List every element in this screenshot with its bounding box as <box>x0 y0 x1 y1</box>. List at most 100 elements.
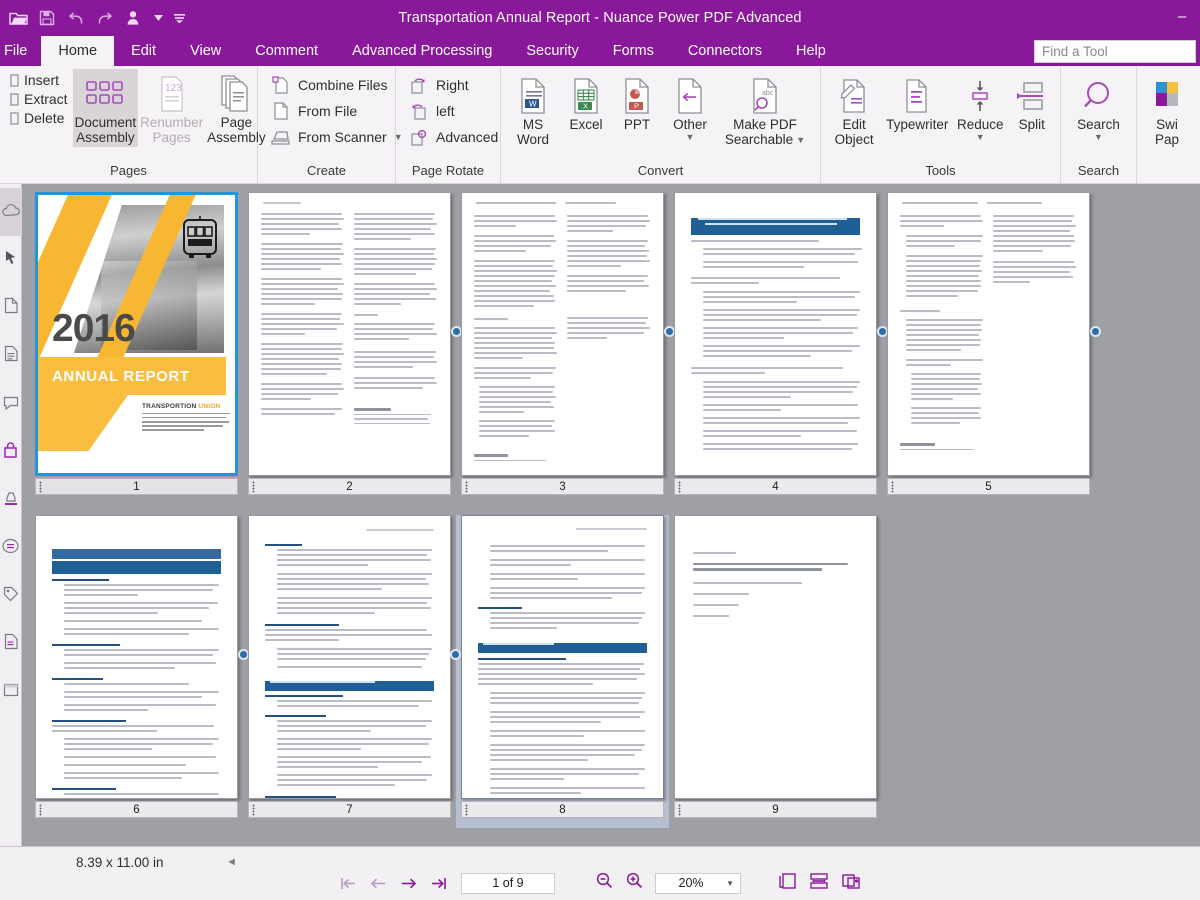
page-thumbnail-6[interactable]: 6 <box>30 515 243 828</box>
page-label-5[interactable]: 5 <box>887 478 1090 495</box>
page-indicator-box[interactable]: 1 of 9 <box>461 873 555 894</box>
page-thumbnail-9[interactable]: 9 <box>669 515 882 828</box>
zoom-in-button[interactable] <box>619 872 649 894</box>
tab-help[interactable]: Help <box>779 36 843 66</box>
from-scanner-button[interactable]: From Scanner ▼ <box>269 127 403 147</box>
drag-grip-icon[interactable] <box>252 804 255 816</box>
continuous-view-button[interactable] <box>803 872 835 894</box>
tab-file[interactable]: File <box>0 36 41 66</box>
page-label-3[interactable]: 3 <box>461 478 664 495</box>
panel-rail-pages[interactable] <box>0 284 22 332</box>
tab-security[interactable]: Security <box>509 36 595 66</box>
collapse-left-icon[interactable]: ◄ <box>226 856 237 868</box>
reduce-button[interactable]: Reduce ▼ <box>952 71 1008 143</box>
next-page-button[interactable] <box>393 872 423 894</box>
save-icon[interactable] <box>37 8 57 28</box>
delete-pages-button[interactable]: Delete <box>7 109 71 127</box>
drag-grip-icon[interactable] <box>39 804 42 816</box>
customize-qat-icon[interactable] <box>173 8 186 28</box>
tab-edit[interactable]: Edit <box>114 36 173 66</box>
document-assembly-button[interactable]: Document Assembly <box>73 69 139 147</box>
page-thumbnail-1[interactable]: 2016 ANNUAL REPORT TRANSPORTION UNION <box>30 192 243 505</box>
page-canvas-2[interactable] <box>248 192 451 476</box>
drag-grip-icon[interactable] <box>891 481 894 493</box>
single-page-view-button[interactable] <box>771 872 803 894</box>
page-canvas-6[interactable] <box>35 515 238 799</box>
undo-icon[interactable] <box>66 8 86 28</box>
tab-forms[interactable]: Forms <box>596 36 671 66</box>
page-canvas-3[interactable] <box>461 192 664 476</box>
page-canvas-7[interactable] <box>248 515 451 799</box>
redo-icon[interactable] <box>95 8 115 28</box>
page-thumbnail-8[interactable]: 8 <box>456 515 669 828</box>
make-pdf-searchable-button[interactable]: abc Make PDF Searchable ▼ <box>718 71 812 149</box>
page-label-9[interactable]: 9 <box>674 801 877 818</box>
convert-excel-button[interactable]: X Excel <box>560 71 612 135</box>
convert-ppt-button[interactable]: P PPT <box>612 71 662 135</box>
page-canvas-1[interactable]: 2016 ANNUAL REPORT TRANSPORTION UNION <box>35 192 238 476</box>
panel-rail-comments[interactable] <box>0 380 22 428</box>
find-a-tool-input[interactable] <box>1035 41 1195 62</box>
drag-grip-icon[interactable] <box>39 481 42 493</box>
page-thumbnail-2[interactable]: 2 <box>243 192 456 505</box>
convert-other-button[interactable]: Other ▼ <box>662 71 718 143</box>
drag-grip-icon[interactable] <box>678 481 681 493</box>
tab-connectors[interactable]: Connectors <box>671 36 779 66</box>
page-label-7[interactable]: 7 <box>248 801 451 818</box>
zoom-level-box[interactable]: 20% ▼ <box>655 873 741 894</box>
from-file-button[interactable]: From File <box>269 101 403 121</box>
minimize-button[interactable]: – <box>1170 10 1194 28</box>
extract-pages-button[interactable]: Extract <box>7 90 71 108</box>
tab-advanced-processing[interactable]: Advanced Processing <box>335 36 509 66</box>
panel-rail-notes[interactable] <box>0 524 22 572</box>
page-label-2[interactable]: 2 <box>248 478 451 495</box>
page-label-1[interactable]: 1 <box>35 478 238 495</box>
drag-grip-icon[interactable] <box>678 804 681 816</box>
drag-grip-icon[interactable] <box>465 804 468 816</box>
open-icon[interactable] <box>8 8 28 28</box>
user-icon[interactable] <box>124 8 144 28</box>
convert-ms-word-button[interactable]: W MS Word <box>506 71 560 149</box>
search-button[interactable]: Search ▼ <box>1066 71 1131 143</box>
chevron-down-icon[interactable]: ▼ <box>726 879 734 888</box>
split-button[interactable]: Split <box>1008 71 1055 135</box>
page-label-8[interactable]: 8 <box>461 801 664 818</box>
chevron-down-icon[interactable]: ▼ <box>976 133 985 141</box>
chevron-down-icon[interactable] <box>153 8 164 28</box>
tab-comment[interactable]: Comment <box>238 36 335 66</box>
page-canvas-5[interactable] <box>887 192 1090 476</box>
tab-view[interactable]: View <box>173 36 238 66</box>
rotate-right-button[interactable]: Right <box>407 75 498 95</box>
chevron-down-icon[interactable]: ▼ <box>1094 133 1103 141</box>
rotate-advanced-button[interactable]: Advanced <box>407 127 498 147</box>
rotate-left-button[interactable]: left <box>407 101 498 121</box>
page-thumbnail-7[interactable]: 7 <box>243 515 456 828</box>
renumber-pages-button[interactable]: 123 Renumber Pages <box>138 69 205 147</box>
tab-home[interactable]: Home <box>41 36 114 66</box>
last-page-button[interactable] <box>423 872 453 894</box>
document-assembly-workspace[interactable]: 2016 ANNUAL REPORT TRANSPORTION UNION <box>22 184 1200 846</box>
chevron-down-icon[interactable]: ▼ <box>796 136 805 144</box>
panel-rail-media[interactable] <box>0 668 22 716</box>
page-thumbnail-5[interactable]: 5 <box>882 192 1095 505</box>
page-canvas-4[interactable] <box>674 192 877 476</box>
page-label-6[interactable]: 6 <box>35 801 238 818</box>
zoom-out-button[interactable] <box>589 872 619 894</box>
edit-object-button[interactable]: Edit Object <box>826 71 882 149</box>
panel-rail-label[interactable] <box>0 572 22 620</box>
drag-grip-icon[interactable] <box>252 481 255 493</box>
prev-page-button[interactable] <box>363 872 393 894</box>
first-page-button[interactable] <box>333 872 363 894</box>
panel-rail-security[interactable] <box>0 428 22 476</box>
page-canvas-9[interactable] <box>674 515 877 799</box>
panel-rail-layers[interactable] <box>0 332 22 380</box>
typewriter-button[interactable]: Typewriter <box>882 71 952 135</box>
page-canvas-8[interactable] <box>461 515 664 799</box>
insert-pages-button[interactable]: Insert <box>7 71 71 89</box>
switch-paper-button[interactable]: Swi Pap <box>1142 71 1192 149</box>
panel-rail-stamp[interactable] <box>0 476 22 524</box>
page-thumbnail-3[interactable]: 3 <box>456 192 669 505</box>
page-thumbnail-4[interactable]: 4 <box>669 192 882 505</box>
drag-grip-icon[interactable] <box>465 481 468 493</box>
panel-rail-bookmarks[interactable] <box>0 188 22 236</box>
